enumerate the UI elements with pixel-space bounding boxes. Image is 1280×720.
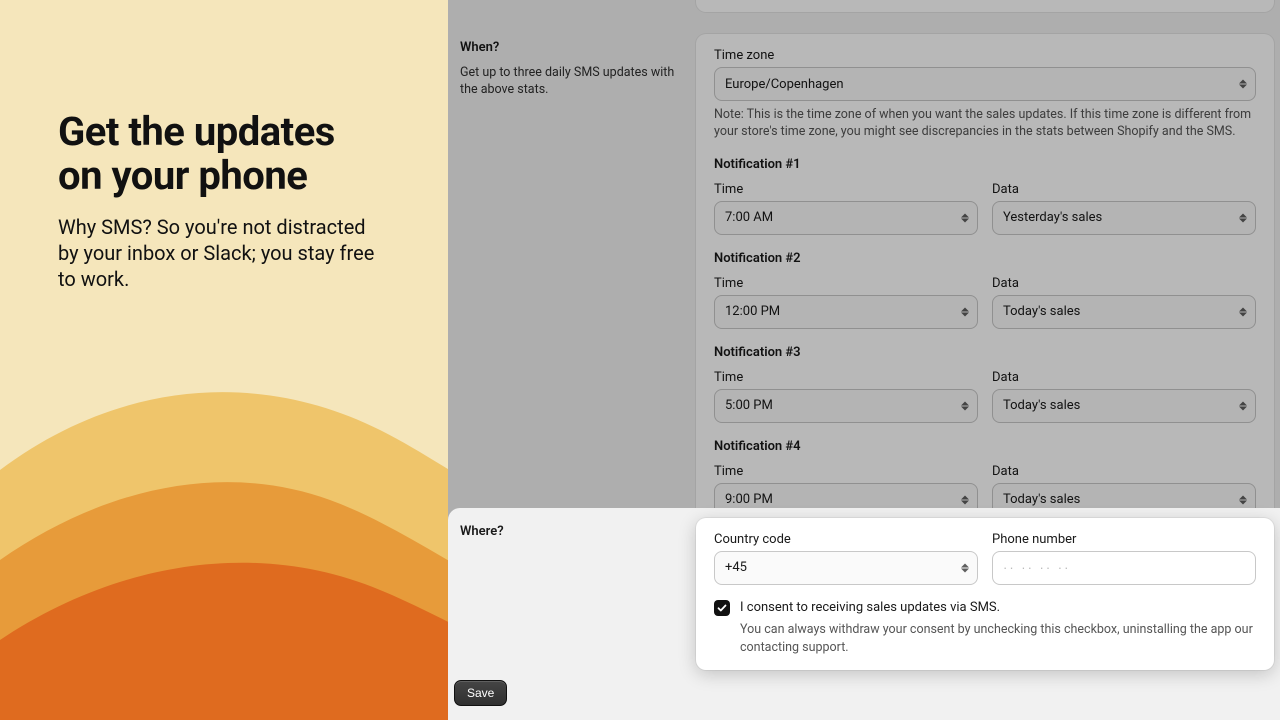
chevron-updown-icon xyxy=(961,213,969,222)
notification-4-time-value: 9:00 PM xyxy=(725,492,773,507)
title-line-2: on your phone xyxy=(58,152,307,199)
consent-label: I consent to receiving sales updates via… xyxy=(740,599,1256,617)
notification-1-time-value: 7:00 AM xyxy=(725,210,773,225)
notification-3-data-value: Today's sales xyxy=(1003,398,1080,413)
chevron-updown-icon xyxy=(961,307,969,316)
notification-3-time-value: 5:00 PM xyxy=(725,398,773,413)
notification-1-data-value: Yesterday's sales xyxy=(1003,210,1102,225)
when-section: When? Get up to three daily SMS updates … xyxy=(454,34,1274,539)
notification-2-time-label: Time xyxy=(714,276,978,291)
settings-pane: When? Get up to three daily SMS updates … xyxy=(448,0,1280,720)
consent-checkbox[interactable] xyxy=(714,600,730,616)
where-section: Where? Country code +45 Phone number xyxy=(448,508,1280,720)
chevron-updown-icon xyxy=(1239,307,1247,316)
notification-2-time-value: 12:00 PM xyxy=(725,304,780,319)
timezone-note: Note: This is the time zone of when you … xyxy=(714,107,1256,141)
notification-2-time-select[interactable]: 12:00 PM xyxy=(714,295,978,329)
page-title: Get the updates on your phone xyxy=(58,110,408,198)
notification-1-data-select[interactable]: Yesterday's sales xyxy=(992,201,1256,235)
when-heading: When? xyxy=(460,40,680,55)
notification-3-data-label: Data xyxy=(992,370,1256,385)
notification-4-time-label: Time xyxy=(714,464,978,479)
notification-4-data-value: Today's sales xyxy=(1003,492,1080,507)
notification-1-data-label: Data xyxy=(992,182,1256,197)
consent-sublabel: You can always withdraw your consent by … xyxy=(740,621,1256,656)
when-card: Time zone Europe/Copenhagen Note: This i… xyxy=(696,34,1274,531)
notification-1-time-select[interactable]: 7:00 AM xyxy=(714,201,978,235)
notification-1-row: Time 7:00 AM Data Yesterday's sales xyxy=(714,182,1256,235)
chevron-updown-icon xyxy=(961,495,969,504)
chevron-updown-icon xyxy=(1239,213,1247,222)
country-code-value: +45 xyxy=(725,560,747,575)
notification-4-title: Notification #4 xyxy=(714,439,1256,454)
country-code-label: Country code xyxy=(714,532,978,547)
timezone-select[interactable]: Europe/Copenhagen xyxy=(714,67,1256,101)
country-code-select[interactable]: +45 xyxy=(714,551,978,585)
chevron-updown-icon xyxy=(961,563,969,572)
notification-2-row: Time 12:00 PM Data Today's sales xyxy=(714,276,1256,329)
notification-3-time-select[interactable]: 5:00 PM xyxy=(714,389,978,423)
notification-2-data-select[interactable]: Today's sales xyxy=(992,295,1256,329)
phone-input[interactable] xyxy=(992,551,1256,585)
where-heading: Where? xyxy=(460,524,680,539)
notification-1-time-label: Time xyxy=(714,182,978,197)
check-icon xyxy=(717,603,727,613)
notification-4-data-label: Data xyxy=(992,464,1256,479)
where-card: Country code +45 Phone number xyxy=(696,518,1274,670)
notification-3-row: Time 5:00 PM Data Today's sales xyxy=(714,370,1256,423)
notification-3-time-label: Time xyxy=(714,370,978,385)
notification-1-title: Notification #1 xyxy=(714,157,1256,172)
timezone-label: Time zone xyxy=(714,48,1256,63)
notification-3-data-select[interactable]: Today's sales xyxy=(992,389,1256,423)
phone-label: Phone number xyxy=(992,532,1256,547)
save-button[interactable]: Save xyxy=(454,680,507,706)
chevron-updown-icon xyxy=(1239,80,1247,89)
timezone-value: Europe/Copenhagen xyxy=(725,77,844,92)
chevron-updown-icon xyxy=(961,401,969,410)
chevron-updown-icon xyxy=(1239,495,1247,504)
chevron-updown-icon xyxy=(1239,401,1247,410)
notification-2-data-value: Today's sales xyxy=(1003,304,1080,319)
when-description: Get up to three daily SMS updates with t… xyxy=(460,65,680,99)
left-marketing-pane: Get the updates on your phone Why SMS? S… xyxy=(0,0,448,720)
notification-2-data-label: Data xyxy=(992,276,1256,291)
notification-2-title: Notification #2 xyxy=(714,251,1256,266)
page-subtitle: Why SMS? So you're not distracted by you… xyxy=(58,214,388,292)
title-line-1: Get the updates xyxy=(58,108,335,155)
notification-3-title: Notification #3 xyxy=(714,345,1256,360)
previous-card-edge xyxy=(696,0,1274,12)
